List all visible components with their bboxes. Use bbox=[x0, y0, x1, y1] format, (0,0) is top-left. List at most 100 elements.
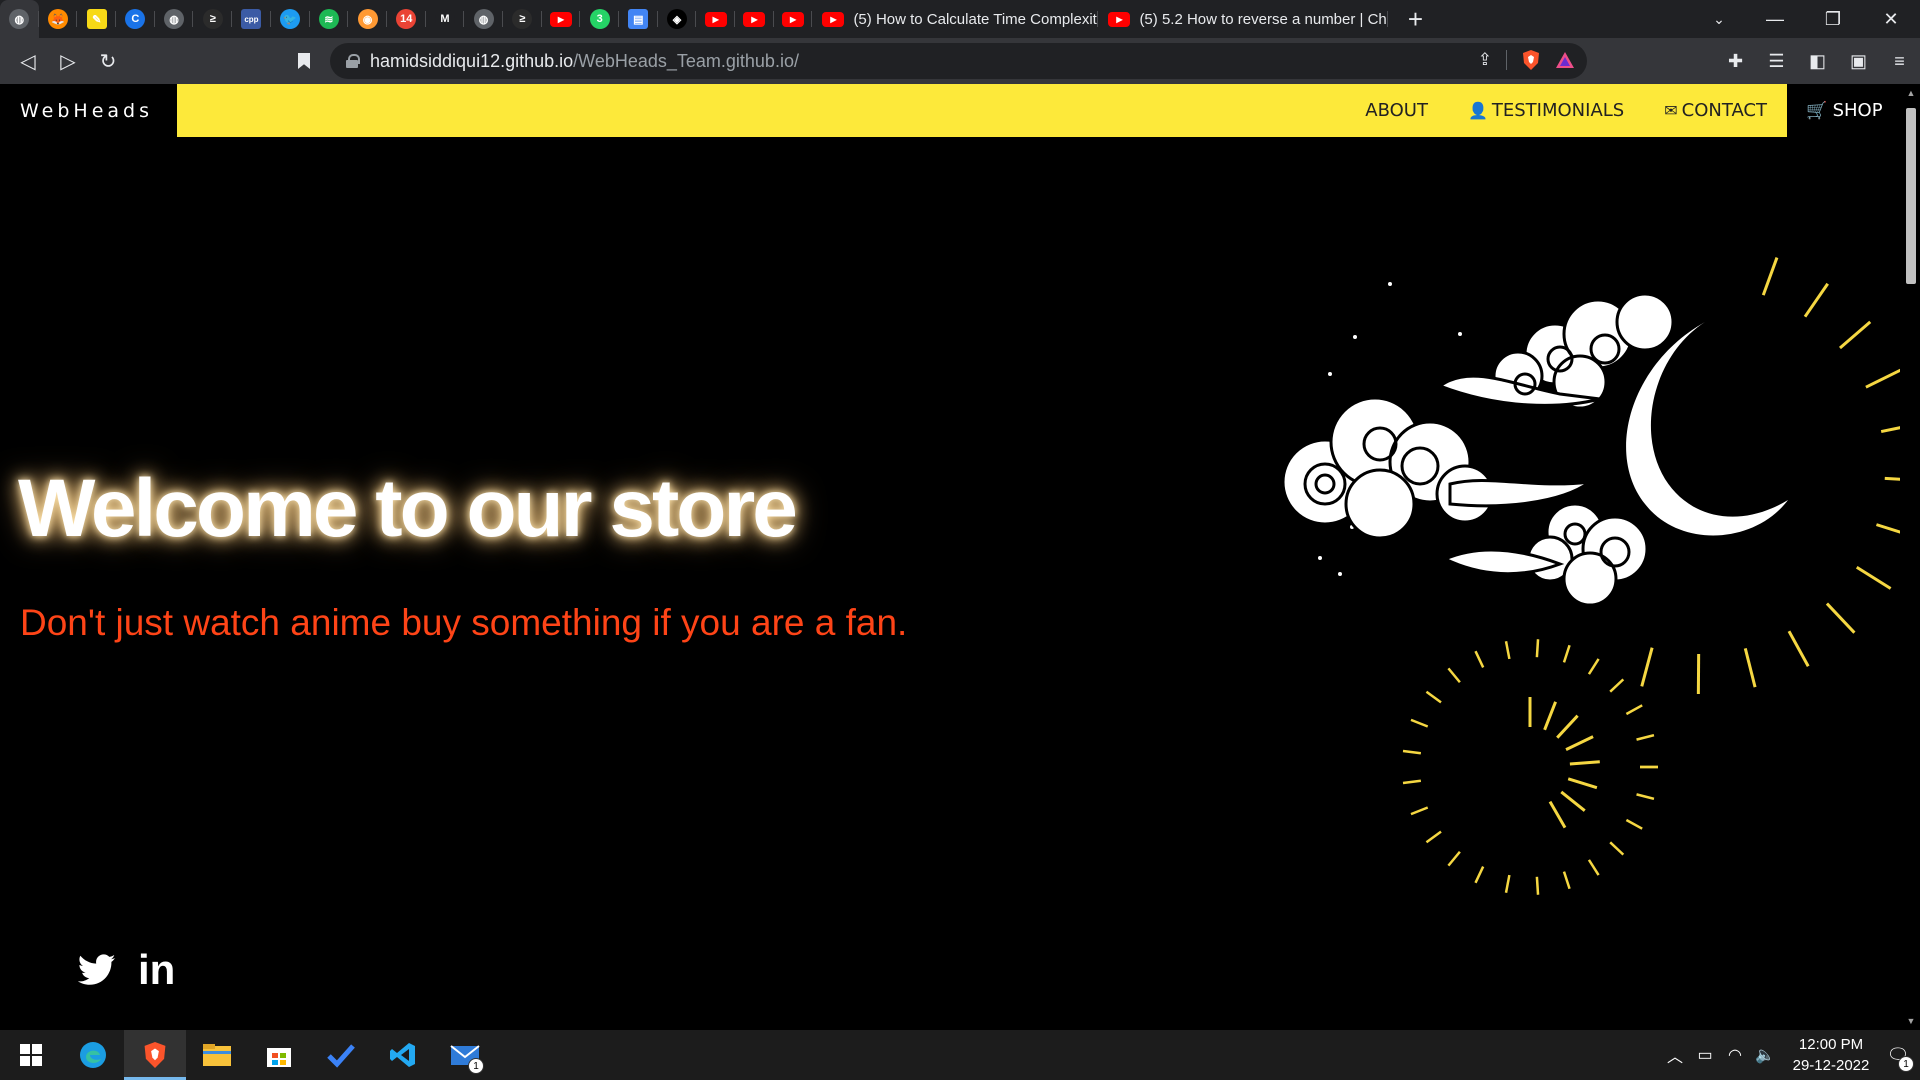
sun-ray bbox=[1425, 830, 1442, 844]
sun-ray bbox=[1447, 850, 1461, 867]
whatsapp-icon: 3 bbox=[589, 9, 610, 29]
tab-reverse-number[interactable]: ▶ (5) 5.2 How to reverse a number | Che bbox=[1098, 0, 1389, 38]
web-page: WebHeads ABOUT 👤 TESTIMONIALS ✉ CONTACT 🛒 S… bbox=[0, 84, 1902, 1030]
start-button[interactable] bbox=[0, 1030, 62, 1080]
notification-badge: 1 bbox=[1898, 1056, 1914, 1072]
wallet-icon[interactable]: ▣ bbox=[1838, 38, 1879, 84]
pinned-tab[interactable]: ≥ bbox=[193, 0, 232, 38]
nav-link-shop[interactable]: 🛒 SHOP bbox=[1787, 84, 1902, 137]
system-tray: ︿ ▭ ◠ 🔈 12:00 PM 29-12-2022 🗨 1 bbox=[1660, 1030, 1920, 1080]
sun-ray bbox=[1535, 639, 1540, 658]
restore-button[interactable]: ❐ bbox=[1804, 0, 1862, 38]
pinned-tab[interactable]: 3 bbox=[580, 0, 619, 38]
pinned-tab[interactable]: ◈ bbox=[658, 0, 697, 38]
lock-icon bbox=[346, 54, 360, 68]
brave-shield-icon[interactable] bbox=[1521, 49, 1541, 71]
pinned-tab[interactable]: ▶ bbox=[774, 0, 813, 38]
pinned-tab[interactable]: ◍ bbox=[464, 0, 503, 38]
tab-search-chevron-icon[interactable]: ⌄ bbox=[1704, 0, 1734, 38]
pinned-tab[interactable]: 14 bbox=[387, 0, 426, 38]
forward-button[interactable]: ▷ bbox=[48, 41, 88, 81]
sun-ray bbox=[1569, 760, 1600, 766]
sun-ray bbox=[1535, 876, 1540, 895]
moon-clouds-illustration bbox=[1281, 257, 1900, 895]
taskbar-todo[interactable] bbox=[310, 1030, 372, 1080]
wifi-icon[interactable]: ◠ bbox=[1720, 1045, 1750, 1065]
sun-ray bbox=[1504, 874, 1511, 893]
brave-rewards-icon[interactable] bbox=[1555, 50, 1575, 70]
tab-time-complexity[interactable]: ▶ (5) How to Calculate Time Complexity bbox=[812, 0, 1099, 38]
pinned-tab[interactable]: ◍ bbox=[0, 0, 39, 38]
close-window-button[interactable]: ✕ bbox=[1862, 0, 1920, 38]
twitter-icon[interactable] bbox=[78, 954, 116, 986]
extensions-puzzle-icon[interactable]: ✚ bbox=[1715, 38, 1756, 84]
sun-rays bbox=[1402, 257, 1900, 895]
c-icon: C bbox=[125, 9, 146, 29]
browser-tab-strip: ◍ 🦊 ✎ C ◍ ≥ cpp 🐦 ≋ ◉ 14 M ◍ ≥ ▶ 3 ▤ ◈ ▶ ▶ ▶ ▶ (5) How to Ca… bbox=[0, 0, 1920, 38]
scroll-down-arrow-icon[interactable]: ▼ bbox=[1902, 1012, 1920, 1030]
pinned-tab[interactable]: C bbox=[116, 0, 155, 38]
minimize-button[interactable]: — bbox=[1746, 0, 1804, 38]
reload-button[interactable]: ↻ bbox=[88, 41, 128, 81]
youtube-icon: ▶ bbox=[1108, 11, 1131, 27]
scroll-up-arrow-icon[interactable]: ▲ bbox=[1902, 84, 1920, 102]
site-navbar: WebHeads ABOUT 👤 TESTIMONIALS ✉ CONTACT 🛒 S… bbox=[0, 84, 1902, 137]
window-controls: — ❐ ✕ bbox=[1746, 0, 1920, 38]
new-tab-button[interactable]: + bbox=[1400, 4, 1430, 34]
clock-date: 29-12-2022 bbox=[1792, 1057, 1870, 1074]
show-hidden-icons-chevron-icon[interactable]: ︿ bbox=[1660, 1043, 1690, 1067]
pinned-tab[interactable]: ≥ bbox=[503, 0, 542, 38]
page-scrollbar[interactable]: ▲ ▼ bbox=[1902, 84, 1920, 1030]
linkedin-icon[interactable]: in bbox=[138, 946, 175, 994]
pinned-tab[interactable]: 🦊 bbox=[39, 0, 78, 38]
scrollbar-thumb[interactable] bbox=[1906, 108, 1916, 284]
taskbar-edge[interactable] bbox=[62, 1030, 124, 1080]
taskbar-brave[interactable] bbox=[124, 1030, 186, 1080]
pinned-tab[interactable]: M bbox=[426, 0, 465, 38]
globe-icon: ◍ bbox=[473, 9, 494, 29]
bookmark-icon[interactable] bbox=[290, 41, 318, 81]
menu-icon[interactable]: ≡ bbox=[1879, 38, 1920, 84]
pinned-tab[interactable]: 🐦 bbox=[271, 0, 310, 38]
pinned-tab[interactable]: ▶ bbox=[696, 0, 735, 38]
fox-icon: 🦊 bbox=[48, 9, 69, 29]
codepen-icon: ◈ bbox=[667, 9, 688, 29]
back-button[interactable]: ◁ bbox=[8, 41, 48, 81]
pinned-tab[interactable]: ▤ bbox=[619, 0, 658, 38]
site-brand[interactable]: WebHeads bbox=[20, 100, 153, 122]
playlist-icon[interactable]: ☰ bbox=[1756, 38, 1797, 84]
volume-muted-icon[interactable]: 🔈 bbox=[1750, 1045, 1780, 1065]
taskbar-store[interactable] bbox=[248, 1030, 310, 1080]
clock[interactable]: 12:00 PM 29-12-2022 bbox=[1786, 1034, 1876, 1076]
nav-link-contact[interactable]: ✉ CONTACT bbox=[1644, 84, 1787, 137]
screen: ◍ 🦊 ✎ C ◍ ≥ cpp 🐦 ≋ ◉ 14 M ◍ ≥ ▶ 3 ▤ ◈ ▶ ▶ ▶ ▶ (5) How to Ca… bbox=[0, 0, 1920, 1080]
share-icon[interactable]: ⇪ bbox=[1478, 50, 1492, 70]
pinned-tab[interactable]: ≋ bbox=[310, 0, 349, 38]
url-path: /WebHeads_Team.github.io/ bbox=[573, 50, 799, 71]
sun-ray bbox=[1410, 806, 1429, 816]
sun-ray bbox=[1543, 701, 1557, 731]
taskbar-file-explorer[interactable] bbox=[186, 1030, 248, 1080]
battery-icon[interactable]: ▭ bbox=[1690, 1045, 1720, 1065]
taskbar-vscode[interactable] bbox=[372, 1030, 434, 1080]
pinned-tab[interactable]: ◉ bbox=[348, 0, 387, 38]
windows-logo-icon bbox=[20, 1044, 42, 1066]
sun-ray bbox=[1562, 644, 1571, 663]
sun-ray bbox=[1838, 320, 1872, 350]
pinned-tab[interactable]: ▶ bbox=[542, 0, 581, 38]
pinned-tab[interactable]: cpp bbox=[232, 0, 271, 38]
sun-ray bbox=[1855, 565, 1892, 590]
taskbar-mail[interactable]: 1 bbox=[434, 1030, 496, 1080]
medium-icon: M bbox=[434, 9, 455, 29]
pinned-tab[interactable]: ◍ bbox=[155, 0, 194, 38]
sidebar-icon[interactable]: ◧ bbox=[1797, 38, 1838, 84]
nav-link-testimonials[interactable]: 👤 TESTIMONIALS bbox=[1448, 84, 1644, 137]
address-bar[interactable]: hamidsiddiqui12.github.io/WebHeads_Team.… bbox=[330, 43, 1587, 79]
store-icon bbox=[267, 1048, 291, 1067]
pinned-tab[interactable]: ▶ bbox=[735, 0, 774, 38]
sun-ray bbox=[1447, 667, 1461, 684]
sun-ray bbox=[1587, 859, 1600, 876]
nav-link-about[interactable]: ABOUT bbox=[1345, 84, 1448, 137]
pinned-tab[interactable]: ✎ bbox=[77, 0, 116, 38]
notifications-button[interactable]: 🗨 1 bbox=[1876, 1030, 1920, 1080]
